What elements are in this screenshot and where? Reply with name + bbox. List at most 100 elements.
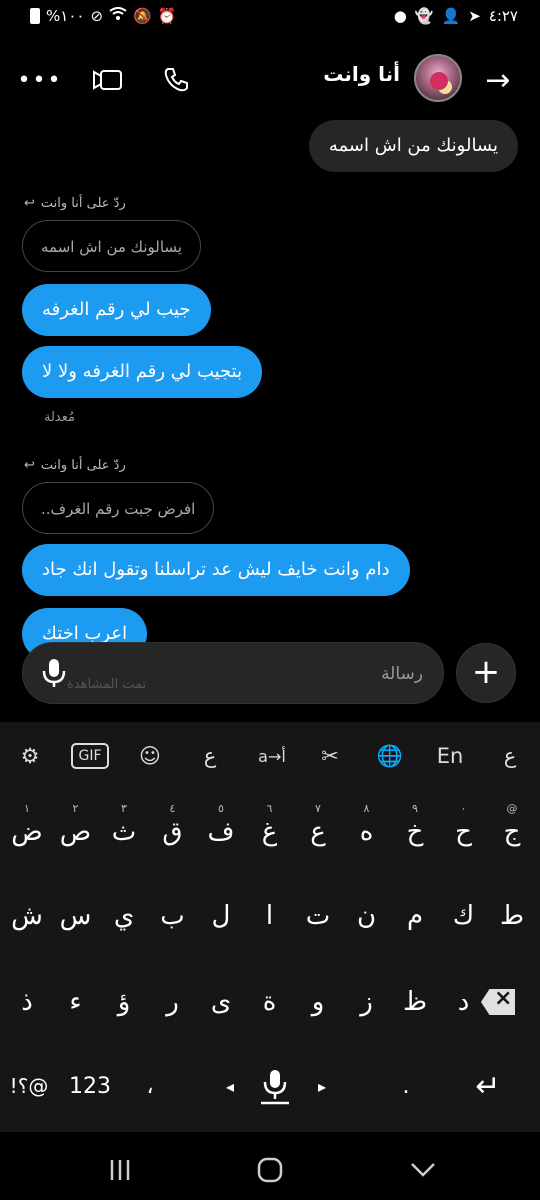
- key[interactable]: ش: [6, 886, 48, 946]
- reply-arrow-icon: ↩: [24, 458, 35, 473]
- more-icon[interactable]: •••: [18, 60, 61, 100]
- enter-key[interactable]: ↵: [460, 1056, 516, 1116]
- mute-icon: 🔕: [133, 7, 152, 25]
- key[interactable]: ع٧: [297, 802, 339, 862]
- key[interactable]: ذ: [6, 972, 48, 1032]
- key-label: ش: [11, 901, 43, 931]
- translate-icon[interactable]: a→أ: [246, 734, 298, 778]
- chat-title[interactable]: أنا وانت: [323, 62, 400, 86]
- key-label: ط: [499, 901, 525, 931]
- key[interactable]: ب: [152, 886, 194, 946]
- mic-icon[interactable]: [39, 657, 69, 689]
- key[interactable]: ى: [200, 972, 242, 1032]
- telegram-icon: ➤: [468, 7, 481, 25]
- numbers-key[interactable]: 123: [62, 1056, 118, 1116]
- keyboard-toolbar: ⚙ GIF ☺ ع a→أ ✂ 🌐 En ع: [0, 734, 540, 778]
- key-label: ص: [59, 817, 92, 847]
- arabic-layout-icon[interactable]: ع: [488, 734, 532, 778]
- key-label: ي: [113, 901, 135, 931]
- battery-text: %١٠٠: [46, 7, 85, 25]
- key-label: ك: [452, 901, 475, 931]
- key[interactable]: ل: [200, 886, 242, 946]
- handwriting-icon[interactable]: ع: [188, 734, 232, 778]
- key[interactable]: ر: [152, 972, 194, 1032]
- key-hint: ٥: [218, 802, 224, 815]
- key[interactable]: ث٣: [103, 802, 145, 862]
- language-switch[interactable]: En: [428, 734, 472, 778]
- quoted-message-1[interactable]: يسالونك من اش اسمه: [22, 220, 201, 272]
- space-mic-key[interactable]: [250, 1056, 300, 1116]
- key[interactable]: ت: [297, 886, 339, 946]
- cursor-left-key[interactable]: ◂: [212, 1056, 248, 1116]
- key-label: ف: [207, 817, 235, 847]
- key[interactable]: ط: [491, 886, 533, 946]
- gif-icon[interactable]: GIF: [71, 743, 109, 769]
- message-in-3[interactable]: دام وانت خايف ليش عد تراسلنا وتقول انك ج…: [22, 544, 410, 596]
- cursor-right-key[interactable]: ▸: [304, 1056, 340, 1116]
- clipboard-icon[interactable]: ✂: [308, 734, 352, 778]
- phone-icon[interactable]: [156, 60, 196, 100]
- key[interactable]: ص٢: [55, 802, 97, 862]
- message-list[interactable]: يسالونك من اش اسمه ردّ على أنا وانت ↩ يس…: [0, 112, 540, 722]
- emoji-icon[interactable]: ☺: [128, 734, 172, 778]
- key[interactable]: م: [394, 886, 436, 946]
- key[interactable]: ف٥: [200, 802, 242, 862]
- recents-icon[interactable]: [100, 1150, 140, 1190]
- key[interactable]: ؤ: [103, 972, 145, 1032]
- key[interactable]: ظ: [394, 972, 436, 1032]
- key[interactable]: و: [297, 972, 339, 1032]
- key[interactable]: ق٤: [152, 802, 194, 862]
- comma-key[interactable]: ،: [130, 1056, 170, 1116]
- reply-label-2: ردّ على أنا وانت ↩: [24, 458, 126, 473]
- key[interactable]: ج @: [491, 802, 533, 862]
- key[interactable]: س: [55, 886, 97, 946]
- key[interactable]: ك: [443, 886, 485, 946]
- home-icon[interactable]: [250, 1150, 290, 1190]
- key-label: س: [59, 901, 92, 931]
- key[interactable]: ض١: [6, 802, 48, 862]
- key[interactable]: غ٦: [249, 802, 291, 862]
- key[interactable]: ن: [346, 886, 388, 946]
- add-button[interactable]: +: [456, 643, 516, 703]
- key-hint: ٤: [169, 802, 176, 815]
- globe-icon[interactable]: 🌐: [368, 734, 412, 778]
- dnd-icon: ⊘: [90, 7, 104, 25]
- key-label: ذ: [21, 987, 33, 1017]
- key[interactable]: ا: [249, 886, 291, 946]
- key[interactable]: ح٠: [443, 802, 485, 862]
- key-label: ى: [210, 987, 232, 1017]
- quoted-message-2[interactable]: افرض جبت رقم الغرف..: [22, 482, 215, 534]
- backspace-key[interactable]: [470, 972, 526, 1032]
- reply-label-1: ردّ على أنا وانت ↩: [24, 196, 126, 211]
- key-label: ث: [111, 817, 137, 847]
- key-hint: ١: [24, 802, 30, 815]
- settings-icon[interactable]: ⚙: [8, 734, 52, 778]
- key-label: ظ: [402, 987, 428, 1017]
- key[interactable]: ي: [103, 886, 145, 946]
- key[interactable]: ز: [346, 972, 388, 1032]
- message-input[interactable]: [103, 659, 423, 689]
- period-key[interactable]: .: [386, 1056, 426, 1116]
- key[interactable]: ه٨: [346, 802, 388, 862]
- key-label: ض: [11, 817, 43, 847]
- dot-icon: ●: [393, 7, 407, 25]
- message-composer: تمت المشاهدة: [22, 642, 444, 704]
- key-label: م: [406, 901, 424, 931]
- message-in-2[interactable]: بتجيب لي رقم الغرفه ولا لا: [22, 346, 263, 398]
- key-hint: ٩: [412, 802, 418, 815]
- key[interactable]: ة: [249, 972, 291, 1032]
- avatar[interactable]: [414, 54, 462, 102]
- back-arrow-icon[interactable]: →: [478, 60, 518, 100]
- back-nav-icon[interactable]: [403, 1150, 443, 1190]
- symbols-key[interactable]: !؟@: [6, 1056, 52, 1116]
- key-label: خ: [406, 817, 424, 847]
- key-hint: ٧: [315, 802, 321, 815]
- key[interactable]: خ٩: [394, 802, 436, 862]
- video-icon[interactable]: [88, 60, 128, 100]
- message-out-1[interactable]: يسالونك من اش اسمه: [308, 120, 518, 172]
- message-in-1[interactable]: جيب لي رقم الغرفه: [22, 284, 211, 336]
- key-label: ه: [359, 817, 374, 847]
- key-label: ؤ: [117, 987, 131, 1017]
- key-label: ز: [360, 987, 373, 1017]
- key[interactable]: ء: [55, 972, 97, 1032]
